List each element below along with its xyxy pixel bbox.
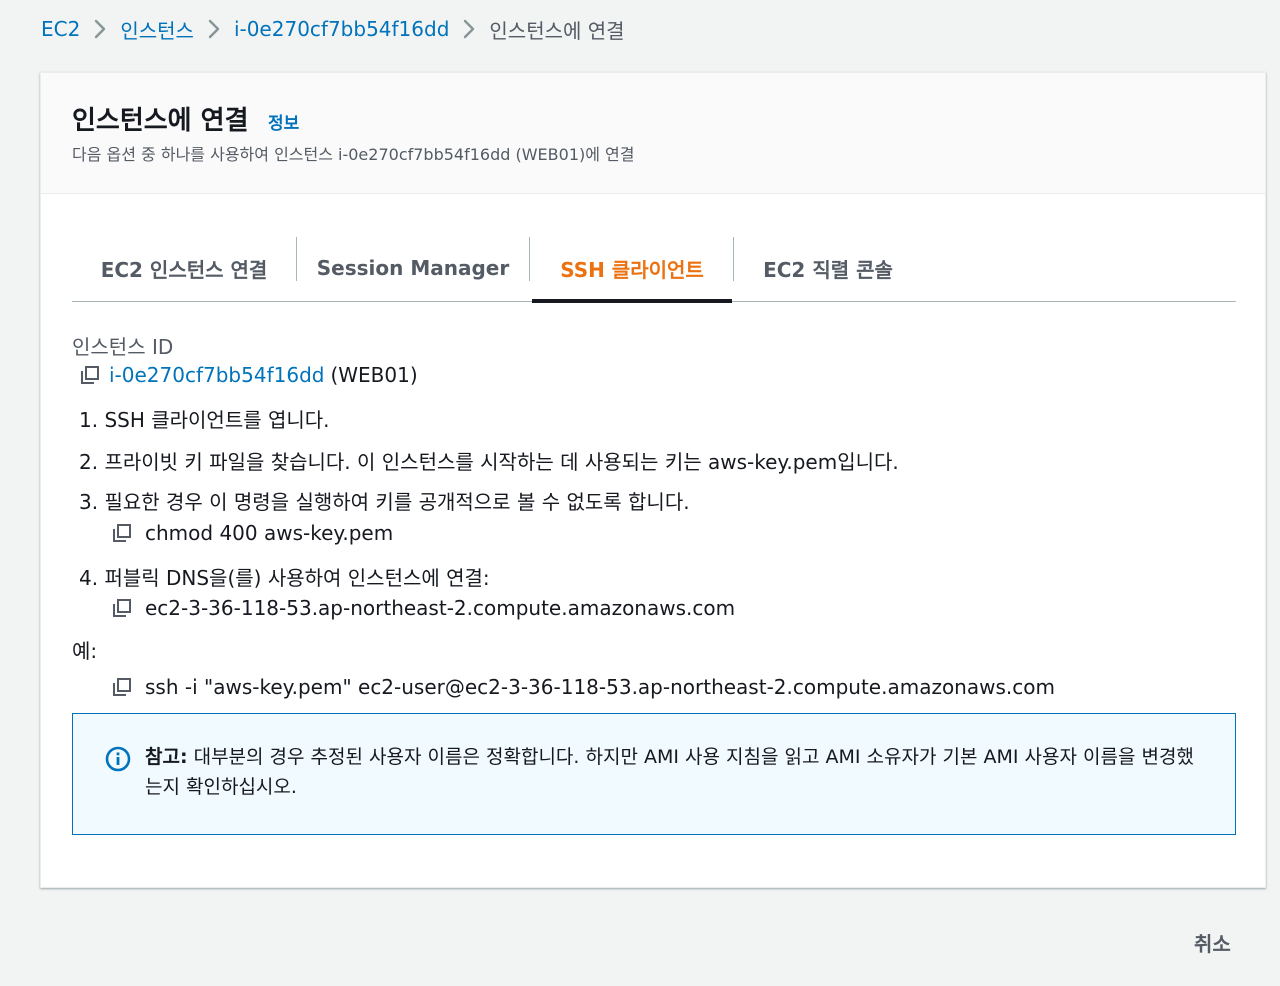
instance-name: (WEB01) bbox=[330, 363, 418, 387]
dns-row: ec2-3-36-118-53.ap-northeast-2.compute.a… bbox=[111, 596, 735, 620]
step-1: 1. SSH 클라이언트를 엽니다. bbox=[79, 408, 330, 432]
copy-icon[interactable] bbox=[79, 364, 101, 386]
copy-icon[interactable] bbox=[111, 597, 133, 619]
public-dns: ec2-3-36-118-53.ap-northeast-2.compute.a… bbox=[145, 596, 736, 620]
instance-id-link[interactable]: i-0e270cf7bb54f16dd bbox=[109, 363, 324, 387]
chevron-right-icon bbox=[194, 19, 234, 39]
active-tab-indicator bbox=[532, 299, 732, 303]
info-link[interactable]: 정보 bbox=[268, 109, 299, 134]
alert-message: 참고: 대부분의 경우 추정된 사용자 이름은 정확합니다. 하지만 AMI 사… bbox=[145, 742, 1205, 802]
example-label: 예: bbox=[72, 639, 98, 663]
breadcrumb-current: 인스턴스에 연결 bbox=[489, 18, 625, 43]
breadcrumb-ec2[interactable]: EC2 bbox=[41, 17, 80, 41]
page-title: 인스턴스에 연결 bbox=[72, 106, 249, 136]
cancel-button[interactable]: 취소 bbox=[1194, 928, 1231, 957]
step-4: 4. 퍼블릭 DNS을(를) 사용하여 인스턴스에 연결: bbox=[79, 566, 490, 590]
instance-id-label: 인스턴스 ID bbox=[72, 335, 174, 359]
tab-label: Session Manager bbox=[316, 256, 510, 280]
tab-divider bbox=[529, 237, 530, 281]
copy-icon[interactable] bbox=[111, 676, 133, 698]
tab-ssh-client[interactable]: SSH 클라이언트 bbox=[532, 235, 732, 303]
info-icon bbox=[105, 746, 131, 772]
ssh-command: ssh -i "aws-key.pem" ec2-user@ec2-3-36-1… bbox=[145, 675, 1055, 699]
copy-icon[interactable] bbox=[111, 522, 133, 544]
tab-label: EC2 인스턴스 연결 bbox=[100, 257, 268, 282]
tab-label: EC2 직렬 콘솔 bbox=[763, 257, 893, 282]
connect-tabs: EC2 인스턴스 연결 Session Manager SSH 클라이언트 EC… bbox=[72, 235, 1236, 303]
panel-header: 인스턴스에 연결 정보 다음 옵션 중 하나를 사용하여 인스턴스 i-0e27… bbox=[41, 73, 1265, 194]
chmod-command-row: chmod 400 aws-key.pem bbox=[111, 521, 393, 545]
breadcrumb-instances[interactable]: 인스턴스 bbox=[120, 15, 194, 44]
chevron-right-icon bbox=[80, 19, 120, 39]
info-alert: 참고: 대부분의 경우 추정된 사용자 이름은 정확합니다. 하지만 AMI 사… bbox=[72, 713, 1236, 835]
page-description: 다음 옵션 중 하나를 사용하여 인스턴스 i-0e270cf7bb54f16d… bbox=[72, 145, 635, 164]
alert-body: 대부분의 경우 추정된 사용자 이름은 정확합니다. 하지만 AMI 사용 지침… bbox=[145, 746, 1194, 798]
tab-ec2-instance-connect[interactable]: EC2 인스턴스 연결 bbox=[72, 235, 296, 301]
connect-panel: 인스턴스에 연결 정보 다음 옵션 중 하나를 사용하여 인스턴스 i-0e27… bbox=[40, 72, 1266, 888]
tab-ec2-serial-console[interactable]: EC2 직렬 콘솔 bbox=[734, 235, 922, 301]
tab-session-manager[interactable]: Session Manager bbox=[297, 235, 529, 301]
chmod-command: chmod 400 aws-key.pem bbox=[145, 521, 394, 545]
step-3: 3. 필요한 경우 이 명령을 실행하여 키를 공개적으로 볼 수 없도록 합니… bbox=[79, 490, 690, 514]
breadcrumb-instance-id[interactable]: i-0e270cf7bb54f16dd bbox=[234, 17, 449, 41]
instance-id-row: i-0e270cf7bb54f16dd (WEB01) bbox=[79, 363, 418, 387]
ssh-command-row: ssh -i "aws-key.pem" ec2-user@ec2-3-36-1… bbox=[111, 675, 1055, 699]
step-2: 2. 프라이빗 키 파일을 찾습니다. 이 인스턴스를 시작하는 데 사용되는 … bbox=[79, 450, 899, 474]
tab-label: SSH 클라이언트 bbox=[560, 257, 704, 282]
breadcrumb: EC2 인스턴스 i-0e270cf7bb54f16dd 인스턴스에 연결 bbox=[41, 14, 625, 44]
alert-prefix: 참고: bbox=[145, 746, 188, 768]
chevron-right-icon bbox=[449, 19, 489, 39]
